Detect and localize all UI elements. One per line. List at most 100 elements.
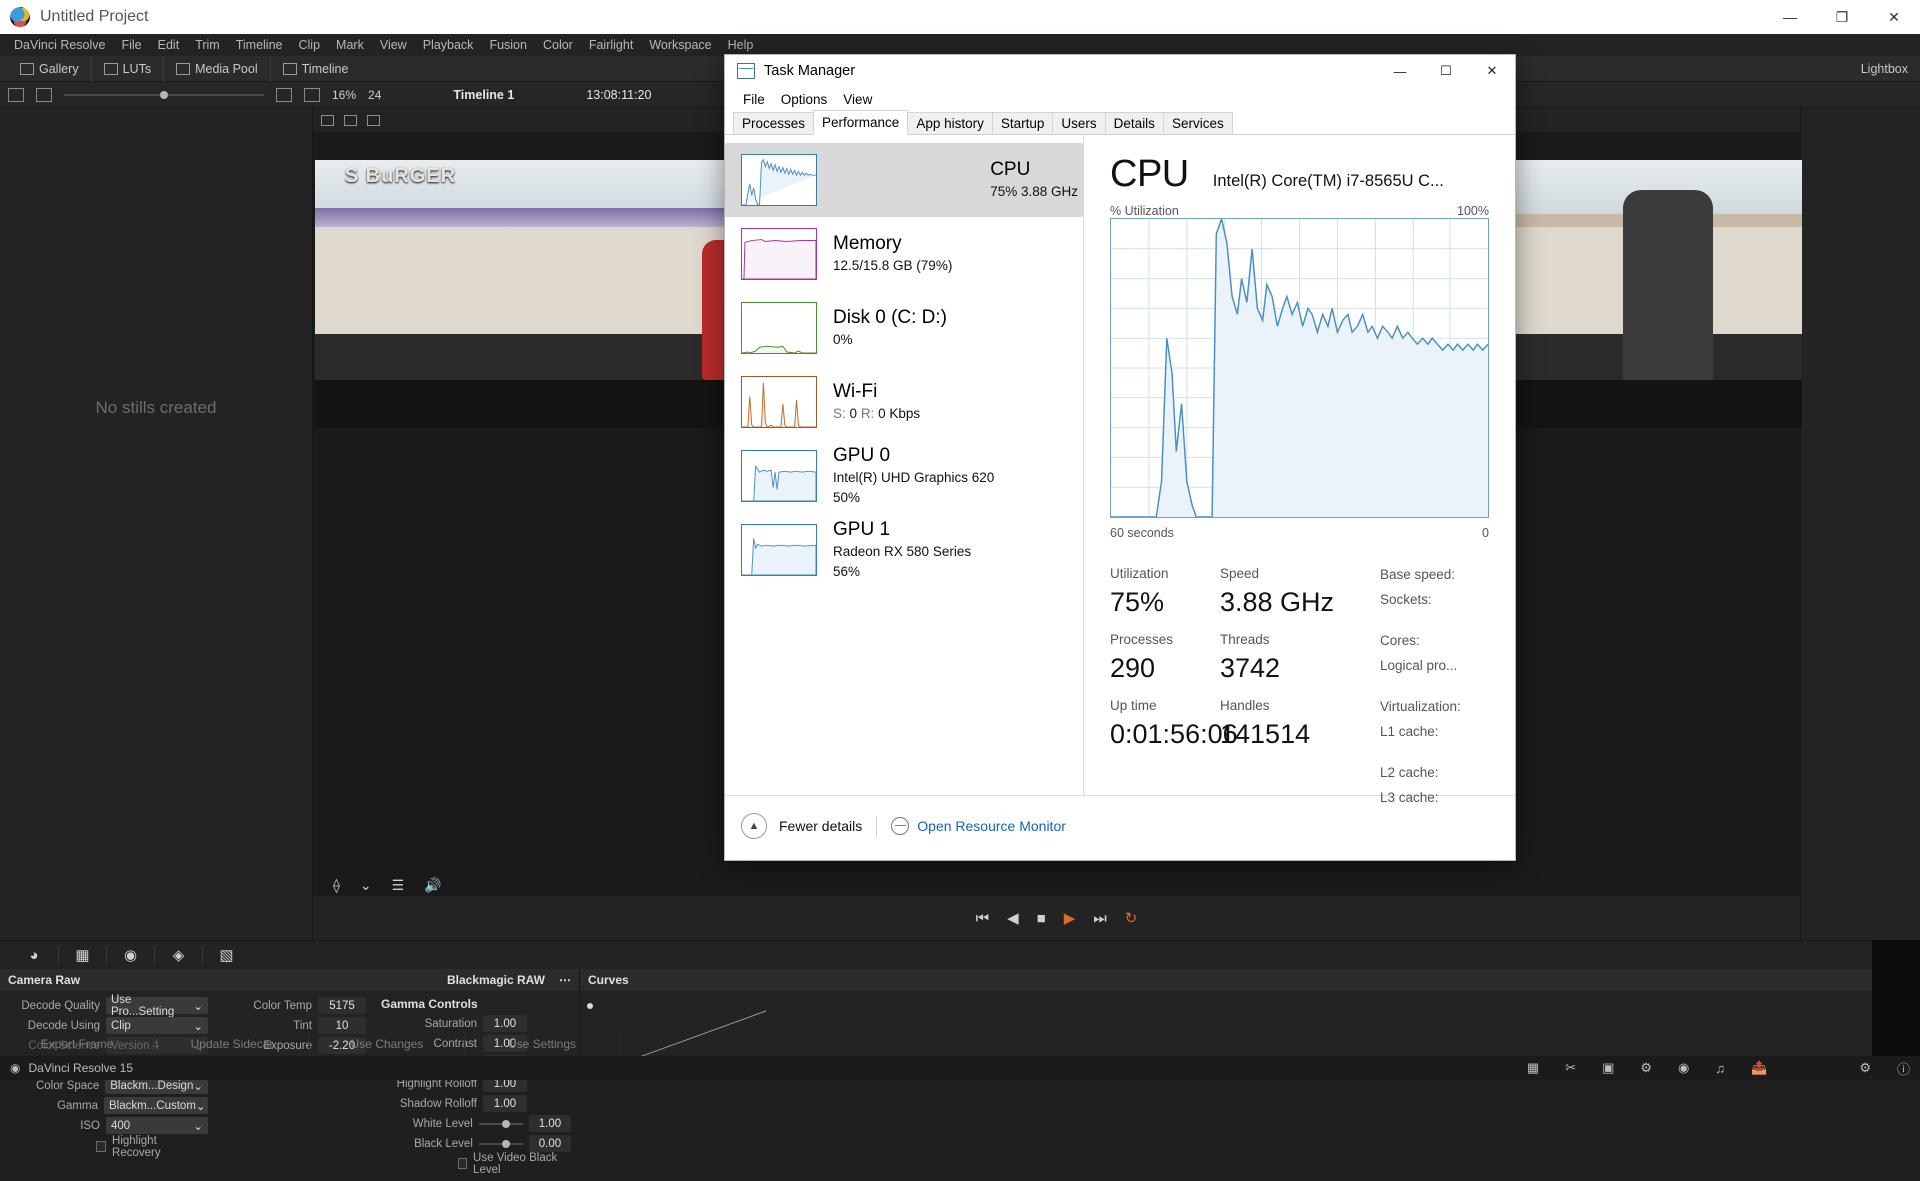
viewer-split-icon[interactable] xyxy=(344,115,357,126)
page-media-icon[interactable]: ▦ xyxy=(1527,1060,1539,1076)
zoom-level[interactable]: 16% xyxy=(332,88,356,102)
input-white-level[interactable]: 1.00 xyxy=(529,1115,571,1132)
layers-icon[interactable]: ☰ xyxy=(392,877,405,894)
menu-item-file[interactable]: File xyxy=(113,38,149,52)
stop-button[interactable]: ■ xyxy=(1037,910,1046,927)
tm-menu-options[interactable]: Options xyxy=(773,92,836,107)
select-gamma[interactable]: Blackm...Custom ⌄ xyxy=(104,1097,208,1114)
tab-processes[interactable]: Processes xyxy=(733,112,814,134)
menu-item-timeline[interactable]: Timeline xyxy=(228,38,291,52)
play-reverse-button[interactable]: ◀ xyxy=(1007,909,1019,927)
menu-item-fusion[interactable]: Fusion xyxy=(481,38,535,52)
curves-title: Curves xyxy=(588,973,629,987)
volume-icon[interactable]: 🔊 xyxy=(424,877,441,894)
color-match-icon[interactable]: ▦ xyxy=(58,946,106,964)
tm-menu-view[interactable]: View xyxy=(835,92,880,107)
toolbar-lightbox-label[interactable]: Lightbox xyxy=(1861,62,1908,76)
skip-to-start-button[interactable]: ⏮ xyxy=(976,910,990,927)
page-color-icon[interactable]: ◉ xyxy=(1678,1060,1689,1076)
page-edit-icon[interactable]: ▣ xyxy=(1602,1060,1614,1076)
menu-item-trim[interactable]: Trim xyxy=(187,38,228,52)
select-iso[interactable]: 400 ⌄ xyxy=(106,1117,208,1134)
color-picker-icon[interactable]: ⟠ xyxy=(333,877,340,894)
resource-item-memory[interactable]: Memory 12.5/15.8 GB (79%) xyxy=(725,217,1083,291)
menu-item-workspace[interactable]: Workspace xyxy=(641,38,719,52)
menu-item-view[interactable]: View xyxy=(372,38,415,52)
magnifier-icon[interactable] xyxy=(276,88,292,102)
camera-raw-tab-icon[interactable]: ◕ xyxy=(10,947,58,964)
skip-to-end-button[interactable]: ⏭ xyxy=(1093,910,1107,927)
tab-startup[interactable]: Startup xyxy=(992,112,1054,134)
resource-item-cpu[interactable]: CPU 75% 3.88 GHz xyxy=(725,143,1083,217)
resource-item-wifi[interactable]: Wi-Fi S: 0 R: 0 Kbps xyxy=(725,365,1083,439)
input-color-temp[interactable]: 5175 xyxy=(318,997,366,1014)
label-use-video-black-level: Use Video Black Level xyxy=(473,1152,565,1176)
export-frame-button[interactable]: Export Frame xyxy=(0,1032,155,1056)
tm-maximize-button[interactable]: ☐ xyxy=(1423,55,1469,87)
page-fairlight-icon[interactable]: ♫ xyxy=(1715,1061,1725,1076)
tab-app-history[interactable]: App history xyxy=(907,112,993,134)
input-black-level[interactable]: 0.00 xyxy=(529,1135,571,1152)
fewer-details-button[interactable]: Fewer details xyxy=(779,818,862,834)
slider-knob[interactable] xyxy=(160,91,168,99)
toolbar-luts-button[interactable]: LUTs xyxy=(91,56,163,82)
select-decode-quality[interactable]: Use Pro...Setting ⌄ xyxy=(106,997,208,1014)
resource-item-disk[interactable]: Disk 0 (C: D:) 0% xyxy=(725,291,1083,365)
use-changes-button[interactable]: Use Changes xyxy=(310,1032,465,1056)
thumbnail-size-slider[interactable] xyxy=(64,94,264,96)
grid-view-icon[interactable] xyxy=(8,88,24,102)
menu-item-davinci-resolve[interactable]: DaVinci Resolve xyxy=(6,38,113,52)
resolve-close-button[interactable]: ✕ xyxy=(1868,0,1920,34)
tm-close-button[interactable]: ✕ xyxy=(1469,55,1515,87)
viewer-mode-icon[interactable] xyxy=(321,115,334,126)
toolbar-timeline-button[interactable]: Timeline xyxy=(270,56,361,82)
page-deliver-icon[interactable]: 📤 xyxy=(1751,1060,1767,1076)
tab-users[interactable]: Users xyxy=(1052,112,1105,134)
keyframe-icon[interactable]: ▧ xyxy=(202,946,250,964)
help-icon[interactable]: ⓘ xyxy=(1897,1059,1910,1078)
resolve-minimize-button[interactable]: — xyxy=(1764,0,1816,34)
play-button[interactable]: ▶ xyxy=(1064,909,1076,927)
tm-menu-file[interactable]: File xyxy=(735,92,773,107)
curves-tab-icon[interactable]: ◈ xyxy=(154,946,202,964)
settings-gear-icon[interactable]: ⚙ xyxy=(1859,1060,1871,1076)
fewer-details-chevron-up-icon[interactable]: ▲ xyxy=(741,813,767,839)
slider-knob[interactable] xyxy=(502,1140,510,1148)
slider-knob[interactable] xyxy=(502,1120,510,1128)
viewer-wand-icon[interactable] xyxy=(367,115,380,126)
menu-item-help[interactable]: Help xyxy=(720,38,762,52)
menu-item-fairlight[interactable]: Fairlight xyxy=(581,38,641,52)
page-cut-icon[interactable]: ✂ xyxy=(1565,1060,1576,1076)
menu-item-mark[interactable]: Mark xyxy=(328,38,372,52)
resource-item-gpu0[interactable]: GPU 0 Intel(R) UHD Graphics 620 50% xyxy=(725,439,1083,513)
checkbox-use-video-black-level[interactable] xyxy=(458,1158,467,1169)
menu-item-edit[interactable]: Edit xyxy=(150,38,188,52)
resource-item-gpu1[interactable]: GPU 1 Radeon RX 580 Series 56% xyxy=(725,513,1083,587)
color-wheels-icon[interactable]: ◉ xyxy=(106,946,154,964)
import-still-icon[interactable] xyxy=(36,88,52,102)
menu-item-color[interactable]: Color xyxy=(535,38,581,52)
use-settings-button[interactable]: Use Settings xyxy=(465,1032,620,1056)
tab-services[interactable]: Services xyxy=(1163,112,1233,134)
loop-button[interactable]: ↻ xyxy=(1125,909,1138,927)
update-sidecar-button[interactable]: Update Sidecar xyxy=(155,1032,310,1056)
fit-icon[interactable] xyxy=(304,88,320,102)
tab-performance[interactable]: Performance xyxy=(813,110,908,135)
slider-white-level[interactable] xyxy=(479,1123,523,1125)
camera-raw-options-icon[interactable]: ⋯ xyxy=(559,973,571,987)
toolbar-media-pool-button[interactable]: Media Pool xyxy=(163,56,270,82)
page-fusion-icon[interactable]: ⚙ xyxy=(1640,1060,1652,1076)
tab-details[interactable]: Details xyxy=(1105,112,1164,134)
input-shadow-rolloff[interactable]: 1.00 xyxy=(483,1095,527,1112)
toolbar-gallery-button[interactable]: Gallery xyxy=(8,56,91,82)
open-resource-monitor-link[interactable]: Open Resource Monitor xyxy=(917,818,1066,834)
slider-black-level[interactable] xyxy=(479,1143,523,1145)
menu-item-clip[interactable]: Clip xyxy=(291,38,329,52)
tm-minimize-button[interactable]: — xyxy=(1377,55,1423,87)
timeline-name[interactable]: Timeline 1 xyxy=(453,88,514,102)
input-saturation[interactable]: 1.00 xyxy=(483,1015,527,1032)
resolve-maximize-button[interactable]: ❐ xyxy=(1816,0,1868,34)
menu-item-playback[interactable]: Playback xyxy=(415,38,482,52)
checkbox-highlight-recovery[interactable] xyxy=(96,1141,106,1152)
chevron-down-icon[interactable]: ⌄ xyxy=(360,877,372,894)
